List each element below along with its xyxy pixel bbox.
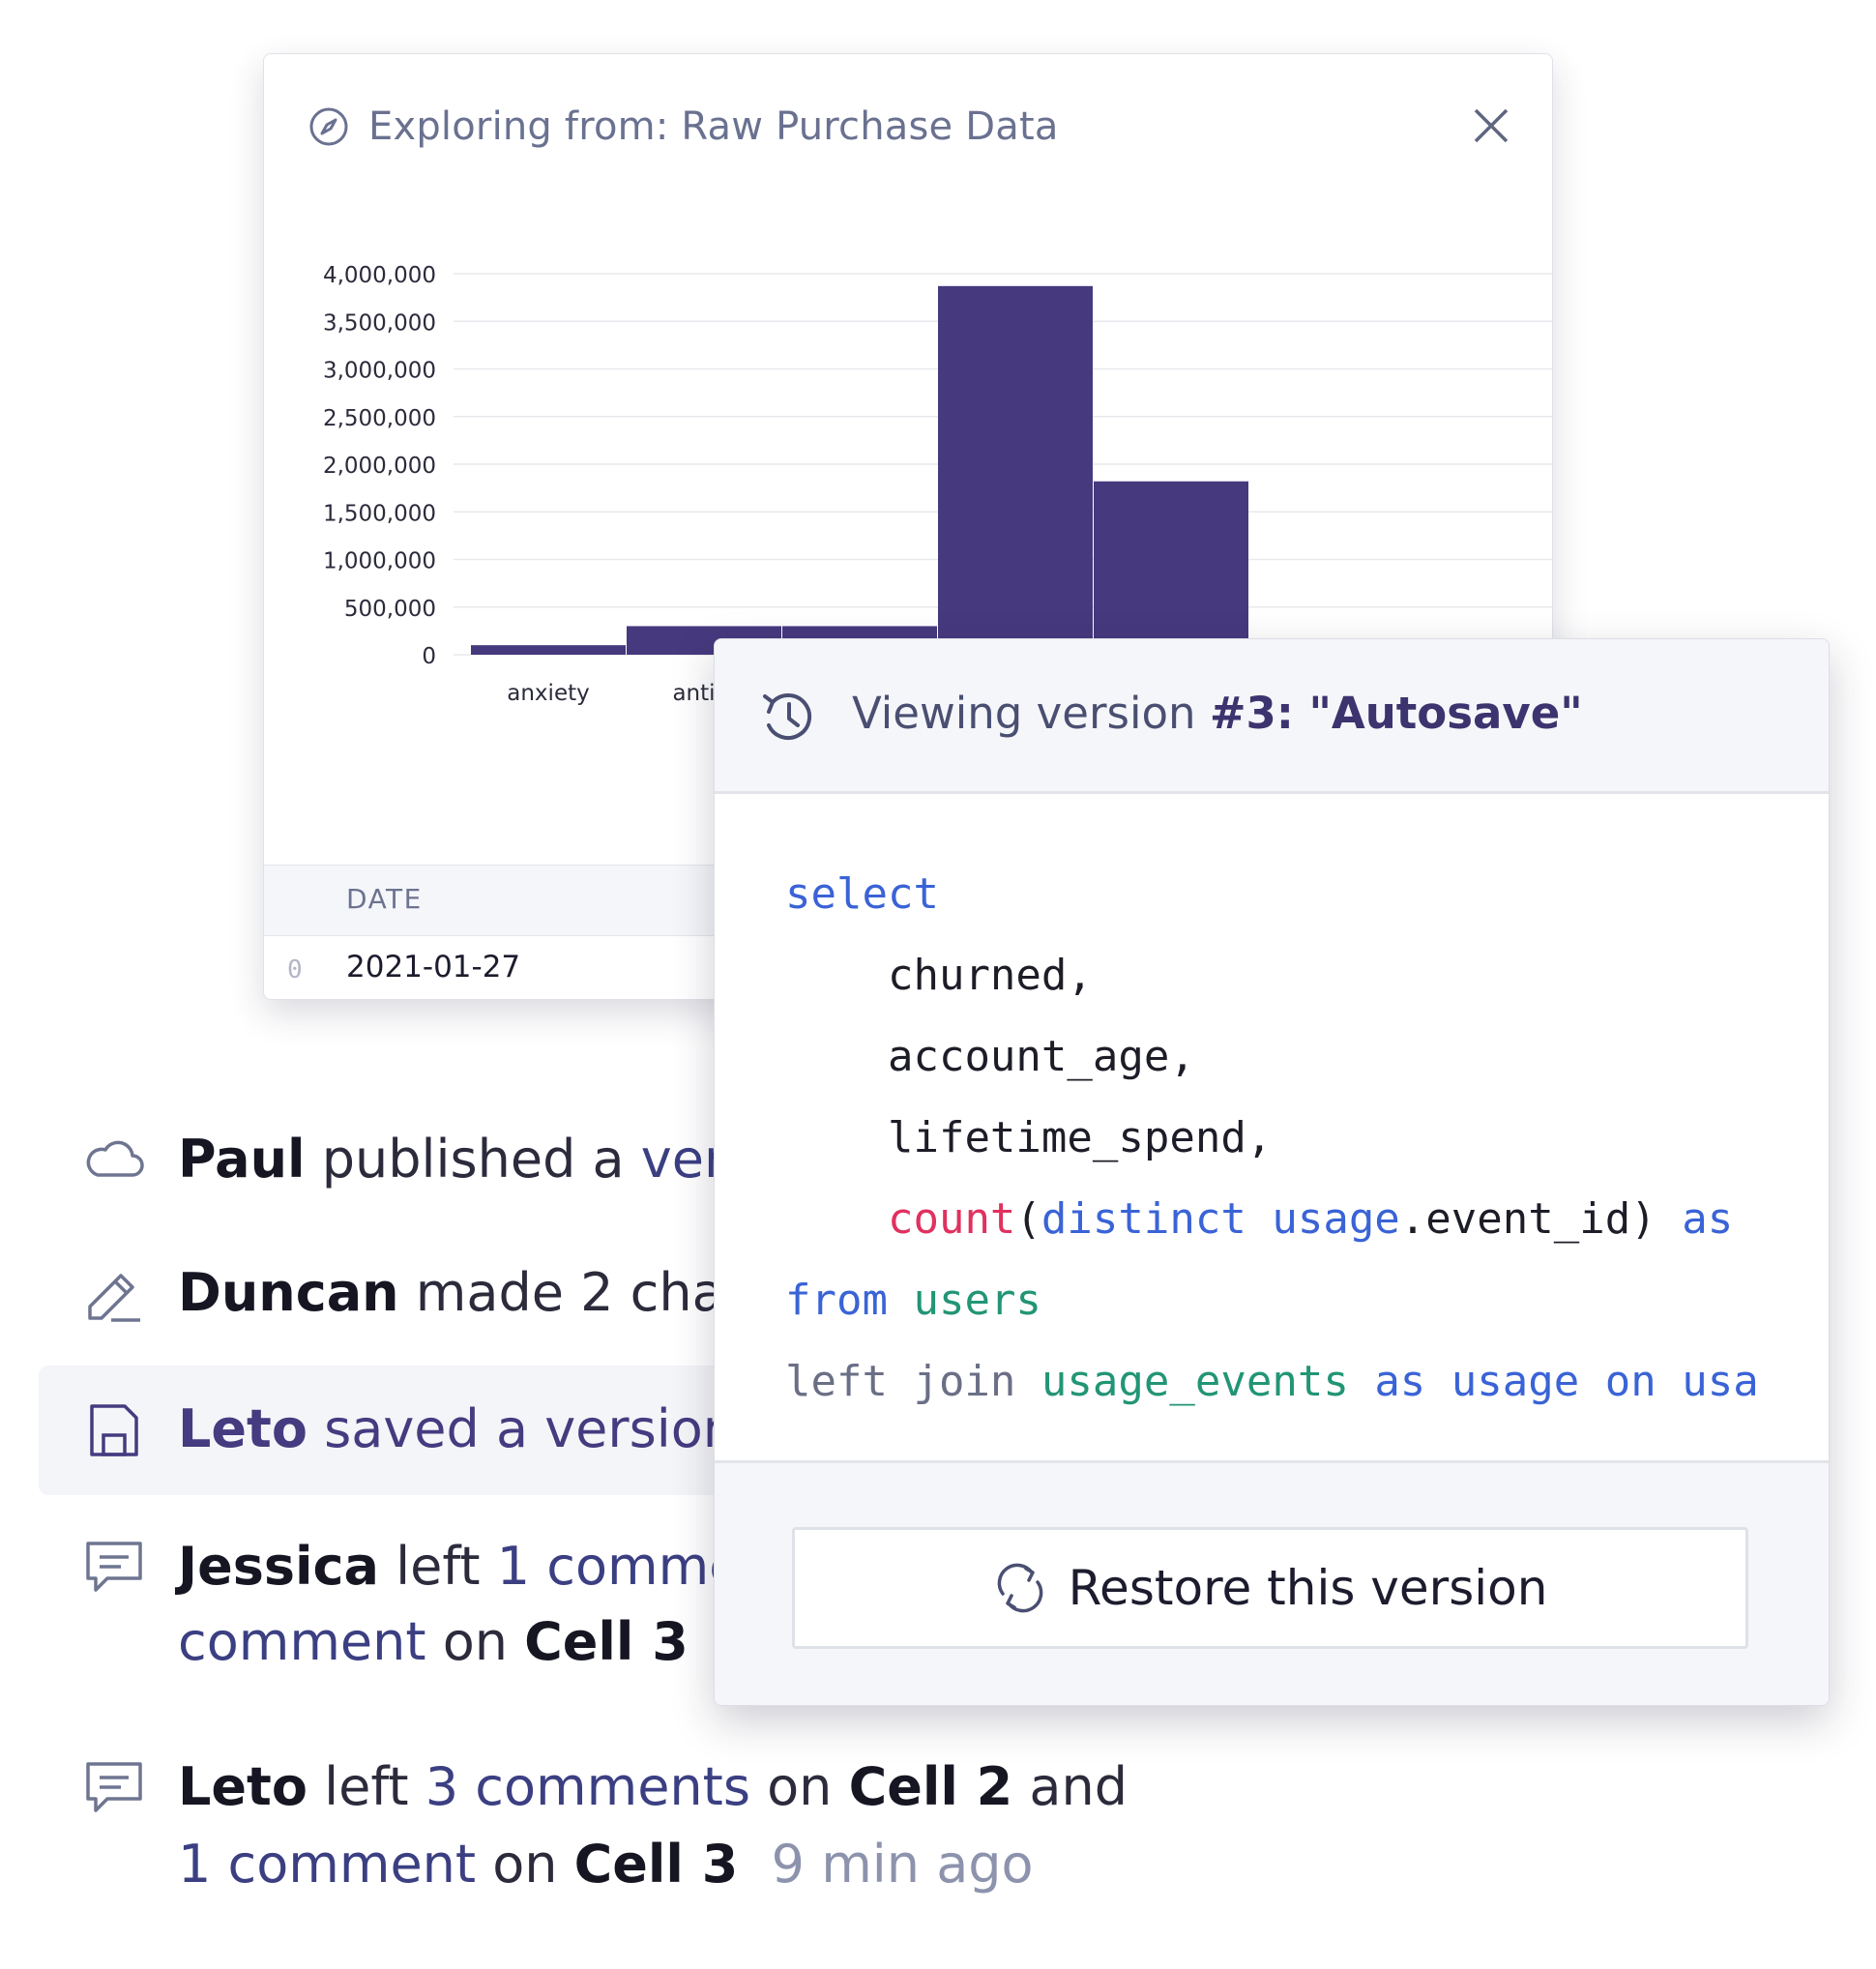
y-tick-label: 1,500,000 bbox=[323, 501, 436, 526]
refresh-icon bbox=[997, 1563, 1042, 1613]
explore-title: Exploring from: Raw Purchase Data bbox=[368, 104, 1059, 149]
y-tick-label: 4,000,000 bbox=[323, 263, 436, 288]
code-block: select churned, account_age, lifetime_sp… bbox=[785, 854, 1759, 1423]
user-name: Paul bbox=[178, 1129, 306, 1190]
y-tick-label: 2,000,000 bbox=[323, 454, 436, 479]
code-token: ( bbox=[1015, 1194, 1041, 1244]
version-title: Viewing version #3: "Autosave" bbox=[852, 688, 1583, 739]
user-name: Jessica bbox=[178, 1536, 379, 1597]
feed-text-line2: comment on Cell 3 7 bbox=[178, 1603, 755, 1681]
code-token: churned, bbox=[887, 951, 1093, 1000]
table-cell-date: 2021-01-27 bbox=[346, 950, 521, 984]
feed-text: Leto left 3 comments on Cell 2 and bbox=[178, 1749, 1128, 1826]
x-tick-label: anxiety bbox=[507, 681, 589, 706]
comment-link[interactable]: 1 comment bbox=[178, 1834, 476, 1895]
cell-name: Cell 2 bbox=[848, 1756, 1013, 1817]
code-token: left join bbox=[785, 1357, 1016, 1406]
restore-version-button[interactable]: Restore this version bbox=[792, 1527, 1748, 1649]
y-tick-label: 2,500,000 bbox=[323, 406, 436, 431]
comment-link[interactable]: comment bbox=[178, 1611, 426, 1672]
code-token: usage bbox=[1272, 1194, 1400, 1244]
cell-name: Cell 3 bbox=[573, 1834, 739, 1895]
code-token: usa bbox=[1682, 1357, 1759, 1406]
user-name: Leto bbox=[178, 1756, 308, 1817]
restore-button-label: Restore this version bbox=[1068, 1560, 1548, 1616]
feed-connector: and bbox=[1012, 1756, 1128, 1817]
version-name: #3: "Autosave" bbox=[1209, 688, 1583, 739]
feed-text-line2: 1 comment on Cell 3 9 min ago bbox=[178, 1826, 1034, 1903]
close-icon[interactable] bbox=[1470, 104, 1512, 147]
user-name: Leto bbox=[178, 1398, 308, 1459]
user-name: Duncan bbox=[178, 1262, 399, 1323]
code-token: count bbox=[887, 1194, 1016, 1244]
history-icon bbox=[763, 693, 812, 740]
comment-icon bbox=[86, 1542, 142, 1592]
cloud-icon bbox=[86, 1140, 144, 1177]
feed-text: Duncan made 2 chang bbox=[178, 1254, 790, 1332]
code-token: usage bbox=[1451, 1357, 1580, 1406]
feed-connector: on bbox=[425, 1611, 525, 1672]
bar[interactable] bbox=[938, 285, 1093, 655]
y-tick-label: 500,000 bbox=[344, 597, 436, 622]
code-token: select bbox=[785, 869, 939, 919]
cell-name: Cell 3 bbox=[524, 1611, 689, 1672]
column-header-date: DATE bbox=[346, 883, 423, 915]
explore-header: Exploring from: Raw Purchase Data bbox=[308, 93, 1059, 161]
code-token: distinct bbox=[1041, 1194, 1246, 1244]
code-token: lifetime_spend, bbox=[887, 1113, 1273, 1162]
code-token: on bbox=[1604, 1357, 1656, 1406]
comment-icon bbox=[86, 1762, 142, 1812]
comment-link[interactable]: 3 comments bbox=[425, 1756, 750, 1817]
row-index: 0 bbox=[287, 955, 303, 984]
feed-text: Jessica left 1 commen bbox=[178, 1528, 775, 1605]
bar[interactable] bbox=[1094, 481, 1248, 655]
compass-icon bbox=[309, 107, 348, 146]
pencil-icon bbox=[88, 1274, 140, 1322]
code-token: users bbox=[913, 1276, 1041, 1325]
version-header: Viewing version #3: "Autosave" bbox=[715, 639, 1829, 794]
y-tick-label: 3,500,000 bbox=[323, 310, 436, 336]
timestamp: 9 min ago bbox=[771, 1834, 1034, 1895]
feed-action: published a bbox=[305, 1129, 641, 1190]
feed-action: left bbox=[378, 1536, 497, 1597]
feed-action: left bbox=[307, 1756, 425, 1817]
version-panel: Viewing version #3: "Autosave" select ch… bbox=[714, 638, 1830, 1706]
y-tick-label: 3,000,000 bbox=[323, 359, 436, 384]
y-tick-label: 1,000,000 bbox=[323, 549, 436, 574]
y-tick-label: 0 bbox=[422, 644, 436, 669]
feed-connector: on bbox=[749, 1756, 849, 1817]
save-icon bbox=[90, 1404, 138, 1456]
feed-text: Paul published a versi bbox=[178, 1121, 767, 1198]
code-token: .event_id) bbox=[1399, 1194, 1683, 1244]
feed-connector: on bbox=[476, 1834, 574, 1895]
version-title-prefix: Viewing version bbox=[852, 688, 1210, 739]
code-token: as bbox=[1682, 1194, 1734, 1244]
code-token: from bbox=[785, 1276, 888, 1325]
code-token: account_age, bbox=[887, 1032, 1195, 1081]
code-token: as bbox=[1374, 1357, 1426, 1406]
bar[interactable] bbox=[471, 645, 626, 655]
code-token: usage_events bbox=[1041, 1357, 1349, 1406]
version-footer: Restore this version bbox=[715, 1460, 1829, 1705]
